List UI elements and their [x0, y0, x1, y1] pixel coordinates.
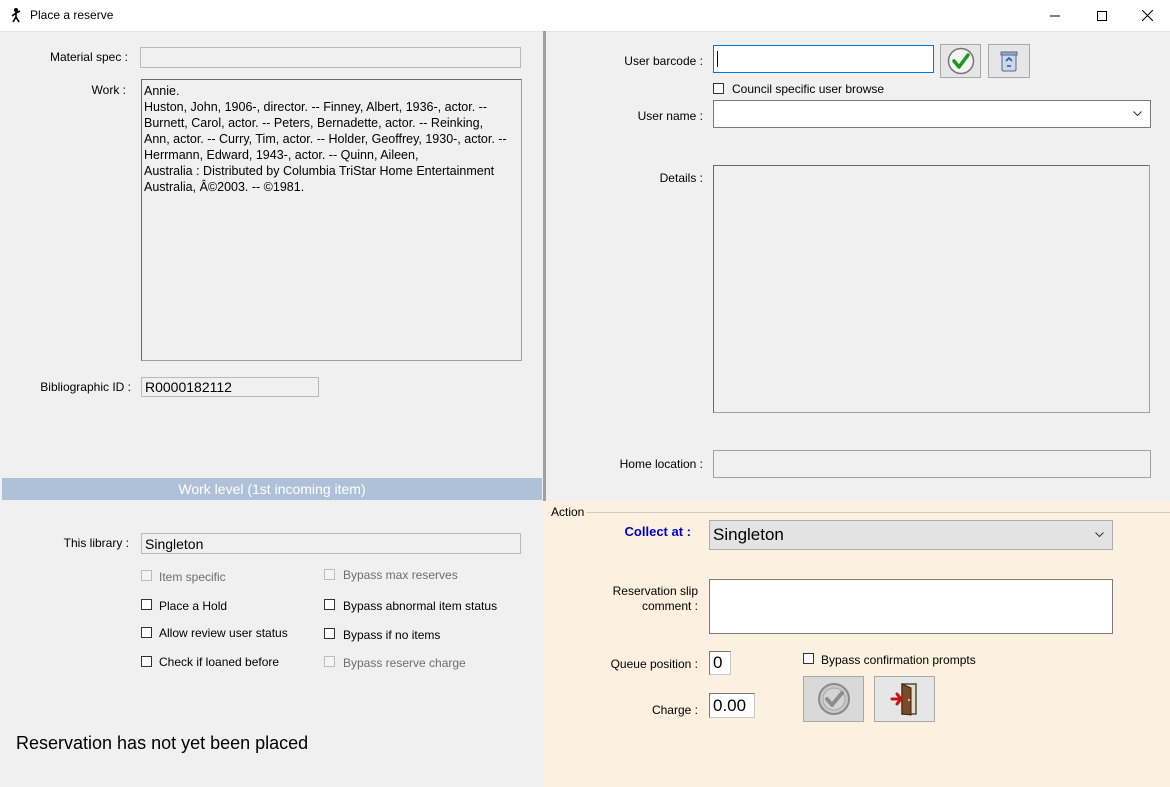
check-loaned-label: Check if loaned before	[159, 655, 280, 669]
action-group-border	[548, 512, 1170, 513]
home-location-label: Home location :	[619, 457, 703, 471]
check-loaned-checkbox[interactable]	[141, 656, 152, 667]
work-level-header: Work level (1st incoming item)	[2, 478, 542, 500]
bypass-charge-checkbox[interactable]	[324, 656, 335, 667]
panel-splitter[interactable]	[543, 31, 546, 501]
user-name-label: User name :	[637, 109, 703, 123]
maximize-button[interactable]	[1079, 0, 1125, 31]
bypass-charge-label: Bypass reserve charge	[343, 656, 466, 670]
work-textarea[interactable]: Annie. Huston, John, 1906-, director. --…	[141, 79, 522, 361]
allow-review-checkbox[interactable]	[141, 627, 152, 638]
person-reserve-icon	[11, 8, 21, 23]
bypass-abnormal-checkbox[interactable]	[324, 599, 335, 610]
queue-position-label: Queue position :	[610, 657, 698, 671]
user-barcode-input[interactable]	[713, 45, 934, 73]
action-group-title: Action	[549, 505, 587, 519]
material-spec-field	[140, 47, 521, 68]
clear-barcode-button[interactable]	[988, 44, 1030, 78]
collect-at-select[interactable]: Singleton	[709, 520, 1113, 550]
home-location-field	[713, 450, 1151, 478]
place-hold-checkbox[interactable]	[141, 599, 152, 610]
slip-comment-label: Reservation slip comment :	[612, 584, 698, 613]
item-specific-label: Item specific	[159, 570, 226, 584]
bypass-no-items-label: Bypass if no items	[343, 628, 441, 642]
allow-review-label: Allow review user status	[159, 626, 288, 640]
user-barcode-label: User barcode :	[624, 54, 703, 68]
details-label: Details :	[659, 171, 703, 185]
charge-label: Charge :	[651, 703, 698, 717]
council-browse-label: Council specific user browse	[732, 82, 885, 96]
chevron-down-icon	[1133, 111, 1142, 117]
details-box	[713, 165, 1150, 413]
item-specific-checkbox[interactable]	[141, 570, 152, 581]
confirm-barcode-button[interactable]	[940, 44, 981, 78]
collect-at-label: Collect at :	[624, 524, 691, 539]
charge-field: 0.00	[709, 693, 755, 718]
bib-id-label: Bibliographic ID :	[40, 380, 131, 394]
queue-position-field: 0	[709, 651, 731, 675]
status-message: Reservation has not yet been placed	[16, 733, 309, 753]
slip-comment-textarea[interactable]	[709, 579, 1113, 634]
place-reserve-button[interactable]	[803, 676, 864, 722]
text-cursor	[717, 51, 718, 67]
work-text: Annie. Huston, John, 1906-, director. --…	[144, 84, 507, 194]
close-button[interactable]	[1124, 0, 1170, 31]
chevron-down-icon	[1095, 532, 1104, 538]
council-browse-checkbox[interactable]	[713, 83, 724, 94]
this-library-field: Singleton	[141, 533, 521, 554]
recycle-bin-icon	[1000, 51, 1018, 72]
check-circle-icon	[817, 683, 850, 715]
work-label: Work :	[91, 83, 126, 97]
minimize-icon	[1050, 15, 1060, 16]
maximize-icon	[1097, 10, 1107, 21]
this-library-label: This library :	[63, 536, 129, 550]
bypass-max-checkbox[interactable]	[324, 569, 335, 580]
place-hold-label: Place a Hold	[159, 599, 228, 613]
bypass-confirm-label: Bypass confirmation prompts	[821, 653, 976, 667]
close-icon	[1141, 10, 1153, 21]
green-check-icon	[947, 47, 974, 75]
user-name-combobox[interactable]	[713, 100, 1151, 128]
window-title: Place a reserve	[30, 8, 114, 22]
bypass-confirm-checkbox[interactable]	[803, 653, 814, 664]
bypass-abnormal-label: Bypass abnormal item status	[343, 599, 498, 613]
minimize-button[interactable]	[1032, 0, 1078, 31]
bypass-no-items-checkbox[interactable]	[324, 628, 335, 639]
bypass-max-label: Bypass max reserves	[343, 568, 458, 582]
title-bar: Place a reserve	[0, 0, 1170, 32]
exit-door-icon	[890, 683, 917, 716]
exit-button[interactable]	[874, 676, 935, 722]
bib-id-field: R0000182112	[141, 377, 319, 397]
material-spec-label: Material spec :	[49, 50, 128, 64]
